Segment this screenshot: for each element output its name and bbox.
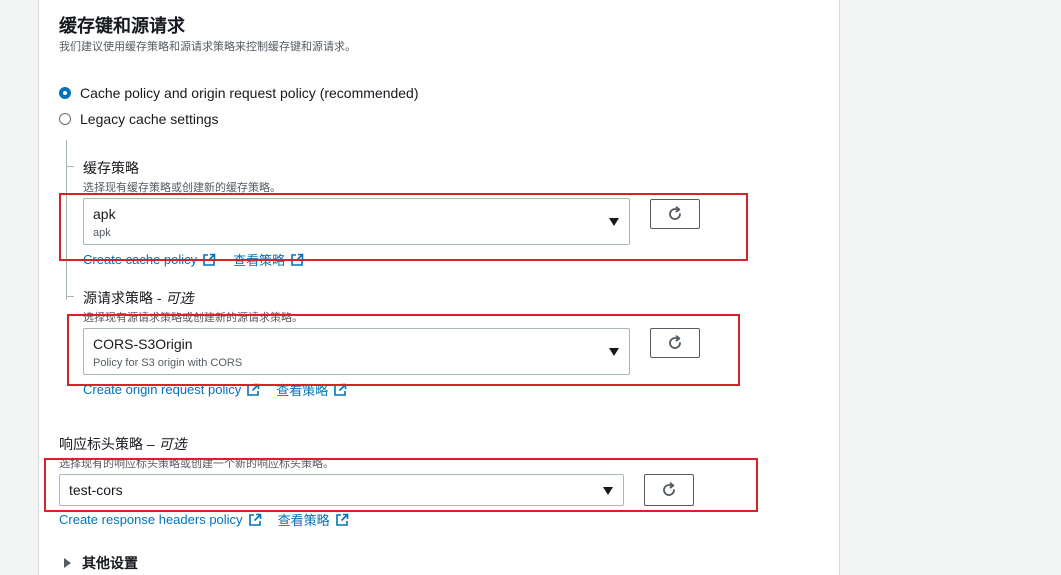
radio-label-recommended: Cache policy and origin request policy (… (80, 85, 419, 101)
radio-option-recommended[interactable]: Cache policy and origin request policy (… (59, 84, 419, 102)
create-response-headers-policy-text: Create response headers policy (59, 512, 243, 527)
view-response-headers-policy-text: 查看策略 (277, 513, 330, 528)
optional-tag: 可选 (165, 290, 194, 306)
tree-branch-cache (66, 166, 74, 167)
external-link-icon (248, 513, 261, 526)
radio-button-selected[interactable] (59, 87, 71, 99)
highlight-box-cache-policy (59, 193, 748, 261)
origin-request-policy-label-text: 源请求策略 - (83, 290, 166, 306)
radio-option-legacy[interactable]: Legacy cache settings (59, 110, 219, 128)
response-headers-policy-label-text: 响应标头策略 – (59, 436, 159, 452)
create-response-headers-policy-link[interactable]: Create response headers policy (59, 512, 262, 527)
highlight-box-response-headers-policy (44, 458, 758, 512)
optional-tag: 可选 (158, 436, 187, 452)
radio-button-unselected[interactable] (59, 113, 71, 125)
additional-settings-expander[interactable]: 其他设置 (64, 553, 138, 573)
section-description: 我们建议使用缓存策略和源请求策略来控制缓存键和源请求。 (59, 41, 356, 53)
caret-right-icon (64, 558, 71, 568)
tree-branch-origin (66, 296, 74, 297)
view-response-headers-policy-link[interactable]: 查看策略 (278, 510, 349, 529)
origin-request-policy-label: 源请求策略 - 可选 (83, 288, 193, 308)
highlight-box-origin-request-policy (67, 314, 740, 386)
radio-label-legacy: Legacy cache settings (80, 111, 219, 127)
response-headers-policy-links: Create response headers policy 查看策略 (59, 510, 349, 529)
section-title: 缓存键和源请求 (59, 16, 185, 36)
cache-policy-label: 缓存策略 (83, 160, 139, 176)
response-headers-policy-label: 响应标头策略 – 可选 (59, 434, 187, 454)
additional-settings-label: 其他设置 (82, 555, 138, 571)
external-link-icon (335, 513, 348, 526)
